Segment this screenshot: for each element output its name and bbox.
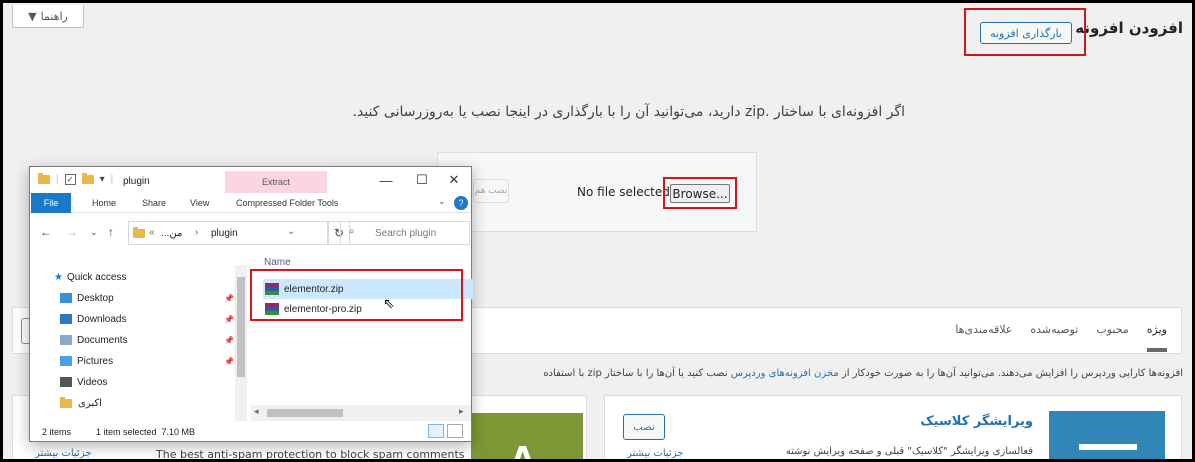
scrollbar-thumb[interactable] — [267, 409, 343, 417]
up-arrow-icon[interactable]: ↑ — [108, 225, 114, 239]
address-bar[interactable]: « ...من › plugin ⌄ — [128, 221, 328, 245]
scroll-right-icon[interactable]: ▸ — [459, 406, 464, 417]
folder-icon — [38, 173, 50, 184]
explorer-titlebar: | ✓ ▾ | plugin Extract — ☐ ✕ — [30, 167, 471, 193]
recent-dropdown-icon[interactable]: ⌄ — [90, 227, 98, 238]
tab-file[interactable]: File — [31, 193, 71, 213]
quick-access-toolbar: | ✓ ▾ | — [38, 173, 113, 185]
install-now-button[interactable]: نصب هم — [473, 179, 509, 203]
maximize-icon[interactable]: ☐ — [406, 170, 438, 190]
mouse-cursor-icon: ⇖ — [383, 296, 395, 312]
video-icon — [60, 377, 72, 387]
plugin-title[interactable]: ویرایشگر کلاسیک — [920, 414, 1033, 429]
properties-icon[interactable]: ✓ — [64, 174, 76, 185]
plugin-thumbnail[interactable]: A — [471, 413, 583, 462]
pin-icon[interactable]: 📌 — [224, 294, 234, 303]
navigation-pane: ★ Quick access Desktop 📌 Downloads 📌 Doc… — [30, 253, 248, 423]
tab-view[interactable]: View — [190, 198, 209, 208]
search-input[interactable]: ⌕ Search plugin — [340, 221, 470, 245]
plugins-description: افزونه‌ها کارایی وردپرس را افزایش می‌دهن… — [543, 368, 1183, 379]
tab-recommended[interactable]: توصیه‌شده — [1030, 323, 1078, 352]
files-highlight — [250, 269, 463, 321]
ribbon-tabs: File Home Share View Compressed Folder T… — [30, 193, 471, 213]
no-file-label: No file selected. — [577, 185, 674, 199]
browse-highlight: Browse... — [663, 177, 737, 209]
selection-info: 1 item selected 7.10 MB — [96, 427, 196, 437]
chevron-down-icon[interactable]: ⌄ — [438, 196, 446, 207]
chevron-down-icon[interactable]: ⌄ — [287, 226, 295, 237]
more-details-link[interactable]: جزئیات بیشتر — [35, 448, 91, 459]
folder-icon — [133, 227, 145, 238]
help-button[interactable]: ▼ راهنما — [12, 5, 84, 28]
status-bar: 2 items 1 item selected 7.10 MB — [30, 423, 471, 441]
pin-icon[interactable]: 📌 — [224, 357, 234, 366]
tab-share[interactable]: Share — [142, 198, 166, 208]
back-arrow-icon[interactable]: ← — [40, 225, 52, 239]
close-icon[interactable]: ✕ — [438, 170, 470, 190]
more-details-link[interactable]: جزئیات بیشتر — [627, 448, 683, 459]
tab-popular[interactable]: محبوب — [1096, 323, 1128, 352]
download-icon — [60, 314, 72, 324]
chevron-right-icon[interactable]: › — [195, 227, 198, 238]
picture-icon — [60, 356, 72, 366]
scrollbar-thumb[interactable] — [237, 277, 245, 377]
column-header-name[interactable]: Name — [264, 257, 291, 268]
path-overflow-icon[interactable]: « — [149, 227, 155, 238]
details-view-icon[interactable] — [428, 424, 444, 438]
forward-arrow-icon[interactable]: → — [66, 225, 78, 239]
minimize-icon[interactable]: — — [370, 170, 402, 190]
help-label: راهنما — [40, 9, 68, 23]
tab-favorites[interactable]: علاقه‌مندی‌ها — [955, 323, 1012, 352]
plugin-directory-link[interactable]: مخزن افزونه‌های وردپرس — [731, 368, 839, 379]
plugin-description: The best anti-spam protection to block s… — [156, 448, 465, 461]
pin-icon[interactable]: 📌 — [224, 336, 234, 345]
plugin-card-classic-editor: ویرایشگر کلاسیک نصب فعالسازی ویرایشگر "ک… — [604, 395, 1182, 462]
qat-dropdown-icon[interactable]: ▾ — [100, 174, 105, 185]
window-title: plugin — [123, 176, 150, 187]
upload-button-highlight: بارگذاری افزونه — [964, 8, 1086, 56]
desktop-icon — [60, 293, 72, 303]
tab-home[interactable]: Home — [92, 198, 116, 208]
plugin-tabs: ویژه محبوب توصیه‌شده علاقه‌مندی‌ها — [955, 323, 1167, 352]
file-list-scrollbar[interactable]: ◂ ▸ — [251, 405, 471, 421]
install-button[interactable]: نصب — [623, 414, 665, 440]
search-placeholder: Search plugin — [375, 228, 437, 239]
address-row: ← → ⌄ ↑ « ...من › plugin ⌄ ↻ ⌕ Search pl… — [30, 217, 471, 249]
folder-icon — [60, 396, 72, 408]
item-count: 2 items — [42, 427, 72, 437]
caret-down-icon: ▼ — [28, 9, 37, 23]
document-icon — [60, 335, 72, 345]
nav-item-quick-access[interactable]: ★ Quick access — [54, 267, 264, 287]
upload-plugin-button[interactable]: بارگذاری افزونه — [980, 22, 1072, 44]
extract-context-tab[interactable]: Extract — [225, 171, 327, 193]
large-icons-view-icon[interactable] — [447, 424, 463, 438]
pin-icon[interactable]: 📌 — [224, 315, 234, 324]
help-icon[interactable]: ? — [454, 196, 468, 210]
view-buttons — [428, 424, 463, 438]
nav-scrollbar[interactable] — [235, 265, 247, 421]
upload-form: نصب هم No file selected. Browse... — [437, 152, 757, 232]
tab-featured[interactable]: ویژه — [1146, 323, 1167, 352]
breadcrumb-parent[interactable]: ...من — [161, 228, 182, 239]
upload-info-text: اگر افزونه‌ای با ساختار .zip دارید، می‌ت… — [352, 104, 905, 120]
star-icon: ★ — [54, 271, 63, 283]
plugin-thumbnail[interactable] — [1049, 411, 1165, 462]
browse-button[interactable]: Browse... — [670, 184, 730, 203]
page-title: افزودن افزونه — [1075, 19, 1183, 37]
plugin-description: فعالسازی ویرایشگر "کلاسیک" قبلی و صفحه و… — [785, 446, 1033, 457]
breadcrumb-current[interactable]: plugin — [211, 228, 238, 239]
scroll-left-icon[interactable]: ◂ — [254, 406, 259, 417]
search-icon: ⌕ — [349, 226, 355, 237]
tab-compressed-folder-tools[interactable]: Compressed Folder Tools — [236, 198, 338, 208]
new-folder-icon[interactable] — [81, 173, 94, 184]
